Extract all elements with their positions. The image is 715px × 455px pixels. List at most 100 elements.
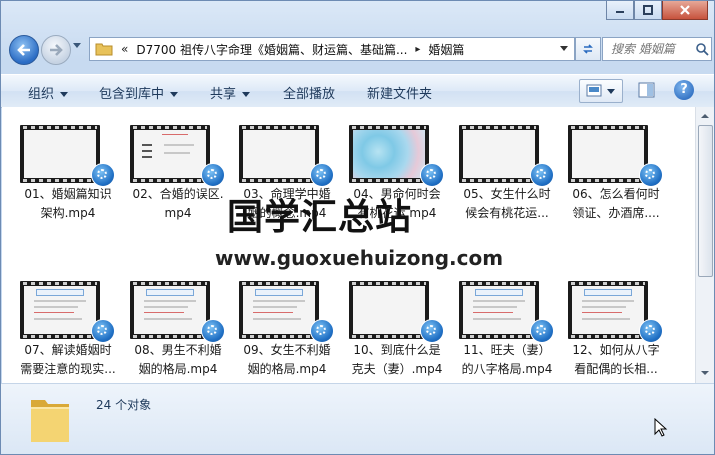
file-item[interactable]: 10、到底什么是 克夫（妻）.mp4 — [345, 281, 449, 383]
file-name-line: 候会有桃花运... — [465, 206, 549, 220]
forward-button[interactable] — [41, 35, 71, 65]
file-name-line: 12、如何从八字 — [572, 343, 660, 357]
file-list: 01、婚姻篇知识 架构.mp4 02、合婚的误区. mp4 03、命理学中婚 姻的概念.m… — [2, 107, 695, 383]
media-player-icon — [420, 163, 444, 187]
file-name: 11、旺夫（妻） 的八字格局.mp4 — [455, 341, 559, 379]
file-name: 10、到底什么是 克夫（妻）.mp4 — [345, 341, 449, 379]
search-icon[interactable] — [695, 42, 709, 56]
scroll-up-button[interactable] — [697, 108, 713, 124]
file-name-line: 08、男生不利婚 — [134, 343, 222, 357]
file-item[interactable]: 02、合婚的误区. mp4 — [126, 125, 230, 243]
item-count: 24 个对象 — [96, 398, 152, 412]
file-item[interactable]: 06、怎么看何时 领证、办酒席.... — [564, 125, 668, 243]
address-segment-parent[interactable]: D7700 祖传八字命理《婚姻篇、财运篇、基础篇... — [136, 41, 407, 58]
file-name-line: 的八字格局.mp4 — [461, 362, 553, 376]
address-bar[interactable]: « D7700 祖传八字命理《婚姻篇、财运篇、基础篇... ▸ 婚姻篇 — [89, 37, 575, 61]
new-folder-button[interactable]: 新建文件夹 — [367, 83, 432, 102]
minimize-icon — [616, 11, 624, 13]
media-player-icon — [639, 319, 663, 343]
file-name-line: 02、合婚的误区. — [132, 187, 224, 201]
media-player-icon — [201, 319, 225, 343]
media-player-icon — [639, 163, 663, 187]
video-thumbnail — [459, 281, 539, 339]
share-label: 共享 — [210, 87, 237, 102]
file-name: 07、解读婚姻时 需要注意的现实... — [16, 341, 120, 379]
file-name-line: 姻的格局.mp4 — [247, 362, 327, 376]
address-overflow-chevron[interactable]: « — [121, 42, 128, 56]
media-player-icon — [420, 319, 444, 343]
file-name-line: 看配偶的长相... — [574, 362, 658, 376]
recent-pages-dropdown[interactable] — [73, 43, 81, 48]
large-folder-icon — [31, 400, 69, 442]
file-name-line: 需要注意的现实... — [20, 362, 116, 376]
video-thumbnail — [239, 281, 319, 339]
scroll-up-icon — [701, 114, 709, 118]
file-item[interactable]: 08、男生不利婚 姻的格局.mp4 — [126, 281, 230, 383]
preview-pane-icon — [638, 82, 655, 98]
video-thumbnail — [568, 281, 648, 339]
address-separator[interactable]: ▸ — [415, 44, 420, 55]
details-pane: 24 个对象 — [1, 383, 714, 454]
file-name: 01、婚姻篇知识 架构.mp4 — [16, 185, 120, 223]
preview-pane-button[interactable] — [635, 79, 659, 101]
file-name: 05、女生什么时 候会有桃花运... — [455, 185, 559, 223]
file-name-line: mp4 — [164, 206, 192, 220]
include-in-library-menu[interactable]: 包含到库中 — [99, 83, 179, 102]
address-dropdown-arrow[interactable] — [560, 46, 568, 51]
search-input[interactable] — [609, 41, 691, 57]
close-icon — [680, 5, 690, 15]
share-menu[interactable]: 共享 — [210, 83, 251, 102]
organize-menu[interactable]: 组织 — [28, 83, 69, 102]
file-item[interactable]: 05、女生什么时 候会有桃花运... — [455, 125, 559, 243]
refresh-icon — [583, 44, 593, 54]
close-button[interactable] — [662, 1, 708, 20]
include-in-library-label: 包含到库中 — [99, 87, 165, 102]
file-name-line: 09、女生不利婚 — [243, 343, 331, 357]
media-player-icon — [91, 163, 115, 187]
organize-dropdown-icon — [60, 92, 69, 97]
maximize-button[interactable] — [634, 1, 662, 20]
refresh-button[interactable] — [575, 37, 601, 61]
watermark-url: www.guoxuehuizong.com — [215, 246, 504, 270]
file-name-line: 克夫（妻）.mp4 — [351, 362, 443, 376]
media-player-icon — [530, 319, 554, 343]
minimize-button[interactable] — [606, 1, 634, 20]
file-name: 08、男生不利婚 姻的格局.mp4 — [126, 341, 230, 379]
file-item[interactable]: 09、女生不利婚 姻的格局.mp4 — [235, 281, 339, 383]
video-thumbnail — [349, 281, 429, 339]
file-item[interactable]: 07、解读婚姻时 需要注意的现实... — [16, 281, 120, 383]
video-thumbnail — [459, 125, 539, 183]
vertical-scrollbar[interactable] — [695, 107, 714, 383]
file-item[interactable]: 11、旺夫（妻） 的八字格局.mp4 — [455, 281, 559, 383]
file-item[interactable]: 12、如何从八字 看配偶的长相... — [564, 281, 668, 383]
scrollbar-thumb[interactable] — [698, 125, 713, 277]
organize-label: 组织 — [28, 87, 55, 102]
back-arrow-icon — [17, 44, 30, 56]
media-player-icon — [91, 319, 115, 343]
mouse-cursor-icon — [654, 418, 668, 437]
scroll-down-icon — [701, 371, 709, 375]
folder-icon — [95, 43, 113, 56]
explorer-window: « D7700 祖传八字命理《婚姻篇、财运篇、基础篇... ▸ 婚姻篇 组织 包… — [0, 0, 715, 455]
file-name-line: 姻的格局.mp4 — [138, 362, 218, 376]
help-button[interactable]: ? — [674, 80, 694, 100]
file-name-line: 07、解读婚姻时 — [24, 343, 112, 357]
video-thumbnail — [349, 125, 429, 183]
file-name: 09、女生不利婚 姻的格局.mp4 — [235, 341, 339, 379]
scroll-down-button[interactable] — [697, 365, 713, 381]
video-thumbnail — [130, 125, 210, 183]
file-name: 12、如何从八字 看配偶的长相... — [564, 341, 668, 379]
video-thumbnail — [239, 125, 319, 183]
file-item[interactable]: 01、婚姻篇知识 架构.mp4 — [16, 125, 120, 243]
change-view-button[interactable] — [579, 79, 623, 103]
address-segment-current[interactable]: 婚姻篇 — [428, 41, 464, 58]
media-player-icon — [310, 319, 334, 343]
caption-buttons — [606, 1, 708, 20]
search-box[interactable] — [602, 37, 712, 61]
media-player-icon — [310, 163, 334, 187]
file-name-line: 01、婚姻篇知识 — [24, 187, 112, 201]
play-all-button[interactable]: 全部播放 — [283, 83, 335, 102]
back-button[interactable] — [9, 35, 39, 65]
maximize-icon — [643, 5, 653, 15]
video-thumbnail — [20, 125, 100, 183]
